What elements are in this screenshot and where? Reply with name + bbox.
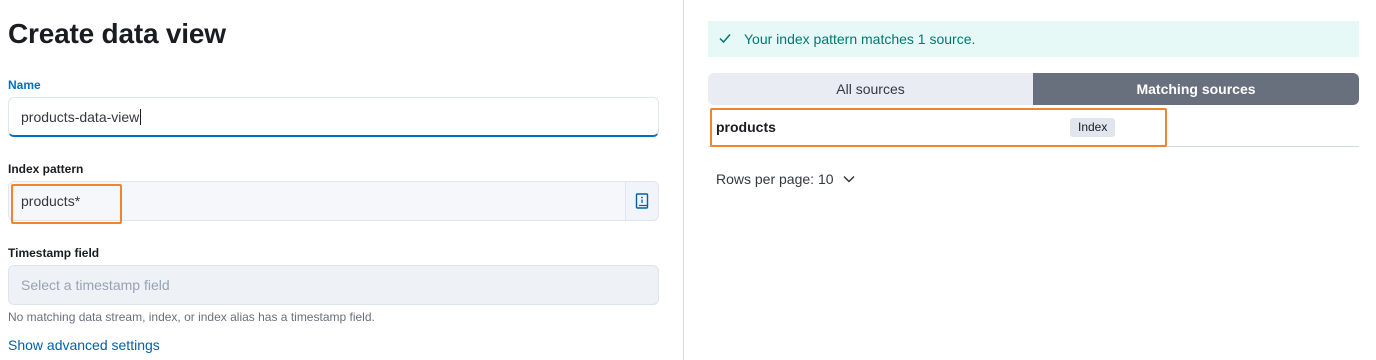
match-callout: Your index pattern matches 1 source.: [708, 21, 1359, 57]
tab-matching-sources[interactable]: Matching sources: [1033, 73, 1359, 105]
callout-text: Your index pattern matches 1 source.: [744, 31, 976, 47]
name-label: Name: [8, 78, 41, 92]
index-pattern-label: Index pattern: [8, 162, 84, 176]
chevron-down-icon: [843, 175, 855, 183]
book-info-icon: [635, 193, 649, 209]
create-data-view-form: Create data view Name products-data-view…: [0, 0, 684, 360]
name-value: products-data-view: [21, 109, 142, 125]
timestamp-label: Timestamp field: [8, 246, 100, 260]
timestamp-help-text: No matching data stream, index, or index…: [8, 310, 375, 324]
sources-panel: Your index pattern matches 1 source. All…: [684, 0, 1376, 360]
page-title: Create data view: [8, 18, 226, 49]
index-pattern-help-button[interactable]: [625, 182, 658, 220]
index-pattern-highlight: [11, 184, 122, 224]
text-caret: [140, 109, 142, 125]
tab-all-sources[interactable]: All sources: [708, 73, 1033, 105]
name-field[interactable]: products-data-view: [8, 97, 659, 137]
timestamp-placeholder: Select a timestamp field: [21, 277, 170, 293]
rows-per-page-label: Rows per page: 10: [716, 171, 834, 187]
matching-row-highlight: [710, 108, 1167, 147]
check-icon: [719, 34, 731, 44]
timestamp-select[interactable]: Select a timestamp field: [8, 265, 659, 305]
source-tabs: All sources Matching sources: [708, 73, 1359, 105]
show-advanced-settings-link[interactable]: Show advanced settings: [8, 337, 160, 353]
rows-per-page-button[interactable]: Rows per page: 10: [716, 171, 856, 187]
